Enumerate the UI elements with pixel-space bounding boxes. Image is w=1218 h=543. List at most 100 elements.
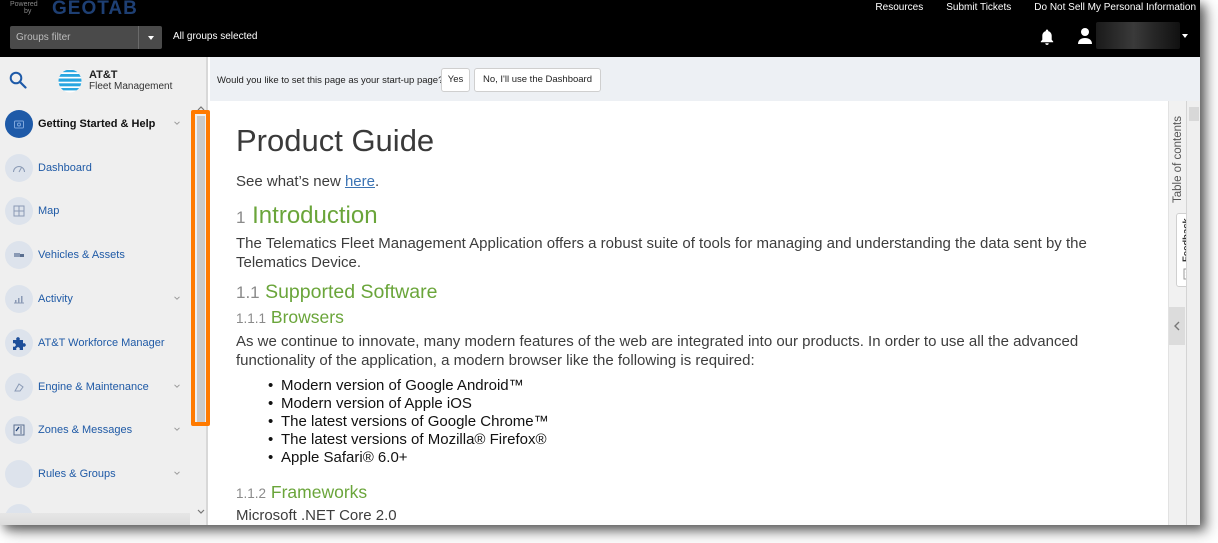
heading-frameworks[interactable]: 1.1.2 Frameworks [236, 482, 367, 503]
vehicle-icon [5, 241, 33, 270]
heading-supported-software[interactable]: 1.1 Supported Software [236, 281, 437, 304]
brand-fleet-management: Fleet Management [89, 81, 173, 92]
scroll-down-arrow-icon[interactable] [196, 508, 206, 516]
search-icon[interactable] [9, 71, 27, 89]
att-brand[interactable]: AT&T Fleet Management [58, 69, 172, 93]
gauge-icon [5, 153, 33, 182]
list-item: Modern version of Apple iOS [266, 395, 549, 413]
caret-down-icon [147, 35, 154, 40]
table-of-contents-tab[interactable]: Table of contents [1172, 103, 1186, 203]
resources-link[interactable]: Resources [875, 2, 923, 13]
section-title: Browsers [270, 307, 344, 327]
use-dashboard-button[interactable]: No, I'll use the Dashboard [474, 68, 601, 92]
groups-filter-input[interactable]: Groups filter [10, 26, 138, 49]
zones-icon [5, 416, 33, 445]
sidebar-item-label: Activity [38, 293, 73, 306]
sidebar-item-workforce-manager[interactable]: AT&T Workforce Manager [0, 321, 190, 365]
product-guide-document: Product Guide See what’s new here. 1 Int… [210, 101, 1168, 525]
startup-page-prompt: Would you like to set this page as your … [210, 57, 1200, 101]
sidebar-item-dashboard[interactable]: Dashboard [0, 146, 190, 190]
list-item: Apple Safari® 6.0+ [266, 449, 549, 467]
sidebar-item-vehicles-assets[interactable]: Vehicles & Assets [0, 233, 190, 277]
intro-paragraph: The Telematics Fleet Management Applicat… [236, 234, 1087, 272]
sidebar-item-zones-messages[interactable]: Zones & Messages [0, 409, 190, 453]
browsers-line-2: functionality of the application, a mode… [236, 352, 755, 369]
section-title: Frameworks [270, 482, 368, 502]
bell-icon[interactable] [1039, 28, 1055, 46]
chevron-down-icon[interactable] [174, 295, 180, 301]
groups-status: All groups selected [173, 31, 258, 42]
sidebar-item-activity[interactable]: Activity [0, 277, 190, 321]
sidebar-footer-fade [0, 513, 190, 525]
intro-line-2: Telematics Device. [236, 254, 362, 271]
right-rail: Table of contents Feedback [1168, 101, 1200, 525]
document-scrollbar-thumb[interactable] [1189, 107, 1199, 121]
list-item: The latest versions of Mozilla® Firefox® [266, 431, 549, 449]
sidebar-item-label: Getting Started & Help [38, 117, 156, 130]
sidebar-item-label: Engine & Maintenance [38, 380, 149, 393]
do-not-sell-link[interactable]: Do Not Sell My Personal Information [1034, 2, 1196, 13]
user-icon[interactable] [1077, 27, 1093, 45]
sidebar-nav: Getting Started & Help Dashboard Map Veh… [0, 102, 190, 525]
browsers-paragraph: As we continue to innovate, many modern … [236, 332, 1078, 370]
map-icon [5, 197, 33, 226]
sidebar-item-label: Zones & Messages [38, 424, 133, 437]
list-item: The latest versions of Google Chrome™ [266, 413, 549, 431]
sidebar-item-engine-maintenance[interactable]: Engine & Maintenance [0, 365, 190, 409]
puzzle-icon [5, 328, 33, 357]
user-menu-caret-icon[interactable] [1182, 34, 1188, 38]
engine-icon [5, 372, 33, 401]
whats-new-prefix: See what’s new [236, 173, 345, 190]
chart-icon [5, 285, 33, 314]
section-number: 1.1 [236, 283, 260, 302]
chevron-down-icon[interactable] [174, 383, 180, 389]
app-window: Powered by GEOTAB Groups filter All grou… [0, 0, 1200, 525]
sidebar-item-map[interactable]: Map [0, 190, 190, 234]
whats-new-link[interactable]: here [345, 173, 375, 190]
groups-filter-dropdown-button[interactable] [138, 26, 162, 49]
sidebar-item-rules-groups[interactable]: Rules & Groups [0, 452, 190, 496]
submit-tickets-link[interactable]: Submit Tickets [946, 2, 1011, 13]
top-header: Powered by GEOTAB Groups filter All grou… [0, 0, 1200, 57]
chevron-down-icon[interactable] [174, 426, 180, 432]
section-number: 1.1.1 [236, 311, 267, 326]
section-title: Supported Software [265, 281, 438, 303]
sidebar-item-label: Dashboard [38, 161, 92, 174]
yes-button[interactable]: Yes [441, 68, 470, 92]
annotation-highlight-box [191, 110, 210, 426]
heading-introduction[interactable]: 1 Introduction [236, 202, 378, 230]
help-icon [5, 109, 33, 138]
startup-question: Would you like to set this page as your … [217, 75, 444, 86]
sidebar: AT&T Fleet Management Getting Started & … [0, 57, 208, 525]
att-globe-icon [58, 69, 82, 93]
frameworks-text: Microsoft .NET Core 2.0 [236, 507, 397, 524]
section-number: 1 [236, 208, 246, 227]
chevron-left-icon [1174, 321, 1180, 331]
chevron-down-icon[interactable] [174, 470, 180, 476]
browsers-line-1: As we continue to innovate, many modern … [236, 333, 1079, 350]
heading-browsers[interactable]: 1.1.1 Browsers [236, 307, 344, 328]
sidebar-item-label: Vehicles & Assets [38, 249, 125, 262]
sidebar-item-getting-started[interactable]: Getting Started & Help [0, 102, 190, 146]
sidebar-item-label: Map [38, 205, 60, 218]
browser-list: Modern version of Google Android™ Modern… [266, 377, 549, 467]
powered-by-label: Powered by [10, 1, 46, 15]
powered-text: Powered [10, 1, 38, 8]
sidebar-item-label: Rules & Groups [38, 468, 116, 481]
user-name-redacted[interactable] [1096, 22, 1180, 49]
whats-new-text: See what’s new here. [236, 172, 379, 191]
groups-filter[interactable]: Groups filter [10, 26, 162, 49]
chevron-down-icon[interactable] [174, 120, 180, 126]
whats-new-suffix: . [375, 173, 380, 190]
rules-icon [5, 460, 33, 489]
section-number: 1.1.2 [236, 486, 267, 501]
sidebar-item-label: AT&T Workforce Manager [38, 336, 165, 349]
document-scrollbar[interactable] [1186, 101, 1200, 525]
page-title: Product Guide [236, 123, 435, 158]
geotab-logo[interactable]: GEOTAB [52, 0, 138, 20]
section-title: Introduction [252, 202, 378, 229]
by-text: by [24, 8, 32, 15]
intro-line-1: The Telematics Fleet Management Applicat… [236, 235, 1087, 252]
brand-att: AT&T [89, 69, 118, 81]
collapse-panel-button[interactable] [1169, 307, 1185, 345]
